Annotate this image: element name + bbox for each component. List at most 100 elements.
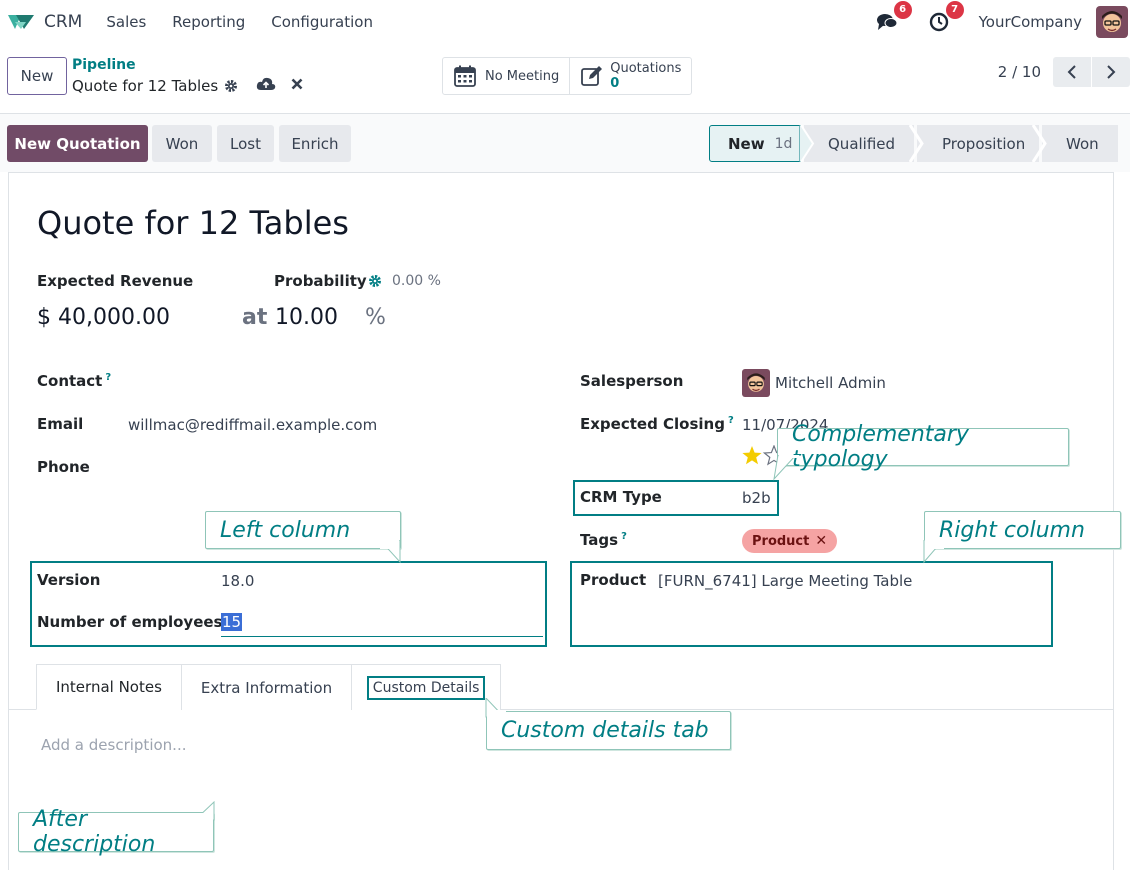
pager-value[interactable]: 2 / 10 [998, 63, 1041, 81]
avatar-icon [742, 369, 770, 397]
crm-type-field[interactable]: b2b [742, 489, 771, 507]
gear-icon[interactable] [224, 79, 238, 93]
menu-configuration[interactable]: Configuration [271, 13, 373, 31]
stage-arrow-3 [1032, 125, 1047, 162]
control-panel: New Pipeline Quote for 12 Tables No Meet… [0, 44, 1130, 114]
messages-badge: 6 [893, 1, 912, 19]
close-icon[interactable] [291, 78, 303, 90]
employees-label: Number of employees [37, 613, 223, 631]
salesperson-label: Salesperson [580, 372, 684, 390]
probability-auto-value: 0.00 % [392, 273, 441, 289]
callout-tail-right [923, 540, 944, 564]
tag-remove-icon[interactable]: ✕ [815, 533, 827, 549]
stage-new[interactable]: New 1d [709, 125, 801, 162]
main-menu: Sales Reporting Configuration [106, 13, 399, 31]
callout-left-column: Left column [205, 511, 401, 549]
tags-label-text: Tags [580, 531, 619, 549]
callout-custom-details-tab: Custom details tab [486, 711, 731, 750]
pager: 2 / 10 [998, 57, 1130, 87]
tags-label: Tags? [580, 531, 627, 549]
contact-help-icon[interactable]: ? [105, 372, 111, 383]
quotations-label: Quotations [610, 61, 682, 76]
stage-new-duration: 1d [774, 135, 793, 152]
activities-button[interactable]: 7 [927, 1, 964, 34]
tab-custom-details[interactable]: Custom Details [351, 664, 502, 710]
avatar-icon [1096, 6, 1128, 38]
salesperson-avatar [742, 369, 770, 397]
systray: 6 7 YourCompany [875, 0, 1130, 44]
chat-icon [876, 14, 898, 30]
stage-qualified[interactable]: Qualified [804, 125, 914, 162]
phone-label: Phone [37, 458, 90, 476]
app-name: CRM [44, 12, 83, 32]
contact-label: Contact? [37, 372, 111, 390]
messages-button[interactable]: 6 [875, 1, 912, 34]
tab-extra-information[interactable]: Extra Information [180, 664, 353, 710]
pager-next-button[interactable] [1092, 57, 1130, 87]
tags-help-icon[interactable]: ? [621, 531, 627, 542]
app-brand[interactable]: CRM [6, 12, 82, 32]
probability-gear-icon[interactable] [368, 274, 382, 288]
quotations-count: 0 [610, 76, 620, 91]
stage-qualified-label: Qualified [828, 134, 896, 153]
expected-closing-label-text: Expected Closing [580, 415, 725, 433]
callout-tail-complementary [773, 455, 799, 481]
chevron-right-icon [1107, 65, 1116, 79]
lost-button[interactable]: Lost [217, 125, 274, 162]
stage-arrow-1 [799, 125, 815, 162]
expected-revenue-field[interactable]: $ 40,000.00 [37, 305, 170, 330]
product-label: Product [580, 571, 647, 589]
stage-new-label: New [728, 134, 765, 153]
star-filled-icon [742, 446, 762, 465]
employees-input[interactable]: 15 [221, 613, 543, 637]
new-record-button[interactable]: New [7, 57, 67, 95]
callout-after-description: After description [18, 807, 214, 857]
chevron-left-icon [1067, 65, 1076, 79]
tab-internal-notes[interactable]: Internal Notes [36, 664, 182, 710]
contact-label-text: Contact [37, 372, 103, 390]
probability-field[interactable]: 10.00 [275, 305, 338, 330]
calendar-icon [454, 65, 476, 87]
stage-proposition[interactable]: Proposition [917, 125, 1039, 162]
crm-type-label: CRM Type [580, 488, 662, 506]
version-field[interactable]: 18.0 [221, 572, 254, 590]
probability-label: Probability [274, 272, 367, 290]
callout-tail-custom [485, 698, 506, 718]
won-button[interactable]: Won [152, 125, 212, 162]
smart-buttons: No Meeting Quotations 0 [442, 57, 693, 95]
form-statusbar: New Quotation Won Lost Enrich New 1d Qua… [0, 114, 1130, 172]
at-label: at [242, 305, 268, 330]
tag-product[interactable]: Product ✕ [742, 529, 838, 553]
notebook-tabs: Internal Notes Extra Information Custom … [36, 664, 502, 710]
meeting-smart-button[interactable]: No Meeting [443, 58, 571, 94]
record-name: Quote for 12 Tables [72, 77, 219, 95]
expected-revenue-label: Expected Revenue [37, 272, 194, 290]
new-quotation-button[interactable]: New Quotation [7, 125, 148, 162]
clock-icon [929, 12, 948, 32]
stage-won[interactable]: Won [1042, 125, 1118, 162]
breadcrumb-pipeline[interactable]: Pipeline [72, 57, 136, 73]
company-switcher[interactable]: YourCompany [979, 13, 1082, 31]
breadcrumb-current: Quote for 12 Tables [72, 77, 238, 95]
user-avatar[interactable] [1096, 6, 1128, 38]
enrich-button[interactable]: Enrich [279, 125, 351, 162]
tab-custom-details-label: Custom Details [366, 675, 486, 700]
lead-title[interactable]: Quote for 12 Tables [37, 204, 349, 242]
expected-closing-help-icon[interactable]: ? [728, 415, 734, 426]
product-field[interactable]: [FURN_6741] Large Meeting Table [658, 572, 912, 590]
callout-tail-after [193, 801, 215, 821]
quotations-smart-button[interactable]: Quotations 0 [570, 58, 691, 94]
meeting-label: No Meeting [485, 68, 560, 84]
callout-right-column: Right column [924, 511, 1121, 549]
cloud-upload-icon[interactable] [256, 76, 276, 92]
description-editor[interactable]: Add a description... [41, 736, 186, 754]
email-field[interactable]: willmac@rediffmail.example.com [128, 416, 377, 434]
quotations-text: Quotations 0 [610, 61, 681, 91]
employees-value: 15 [221, 613, 243, 631]
percent-sign: % [365, 305, 386, 330]
salesperson-field[interactable]: Mitchell Admin [775, 374, 886, 392]
menu-sales[interactable]: Sales [106, 13, 146, 31]
pager-previous-button[interactable] [1053, 57, 1091, 87]
email-label: Email [37, 415, 84, 433]
menu-reporting[interactable]: Reporting [172, 13, 245, 31]
